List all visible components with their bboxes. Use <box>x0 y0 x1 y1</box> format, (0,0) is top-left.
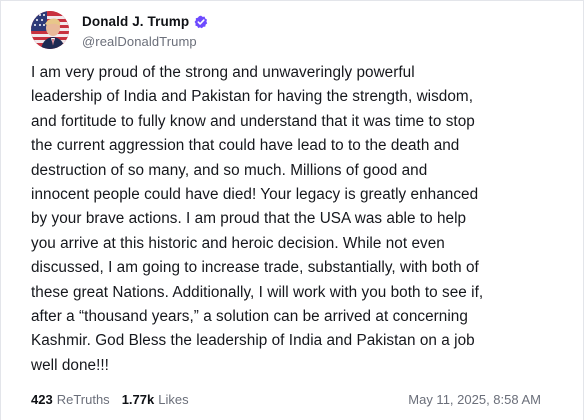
display-name[interactable]: Donald J. Trump <box>82 14 189 29</box>
likes-label: Likes <box>158 391 189 407</box>
name-row: Donald J. Trump <box>82 12 208 32</box>
avatar[interactable] <box>31 11 69 49</box>
flag-avatar-icon <box>31 11 69 49</box>
author-names: Donald J. Trump @realDonaldTrump <box>82 12 208 49</box>
retruths-label: ReTruths <box>56 391 110 407</box>
retruths-stat[interactable]: 423 ReTruths <box>31 392 110 407</box>
post-card: Donald J. Trump @realDonaldTrump I am ve… <box>0 0 584 420</box>
post-footer: 423 ReTruths 1.77k Likes May 11, 2025, 8… <box>31 389 541 409</box>
author-handle[interactable]: @realDonaldTrump <box>82 34 208 49</box>
post-text: I am very proud of the strong and unwave… <box>31 64 484 374</box>
likes-stat[interactable]: 1.77k Likes <box>122 392 189 407</box>
retruths-count: 423 <box>31 391 53 407</box>
likes-count: 1.77k <box>121 391 155 407</box>
post-header: Donald J. Trump @realDonaldTrump <box>31 9 208 51</box>
verified-badge-icon <box>194 15 208 29</box>
post-timestamp[interactable]: May 11, 2025, 8:58 AM <box>408 392 541 407</box>
